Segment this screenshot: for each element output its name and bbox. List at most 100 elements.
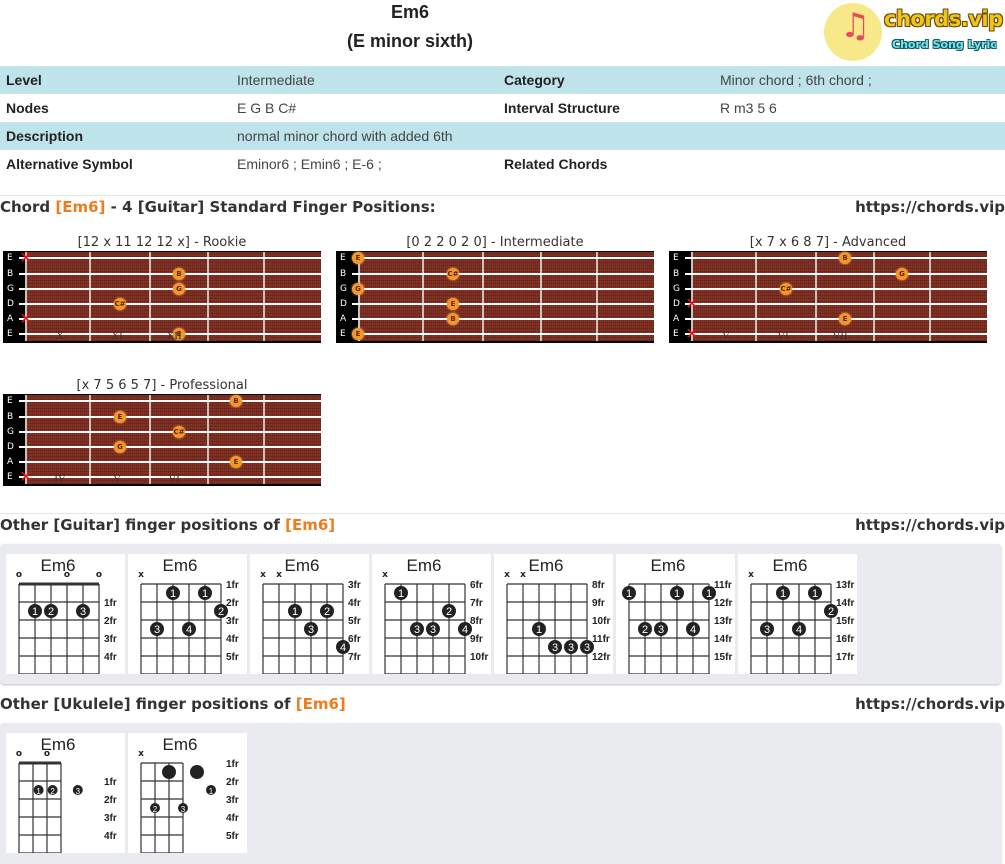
finger-dot: 2 [320,604,334,618]
finger-number: 2 [50,787,55,796]
title-chord-link[interactable]: [Em6] [285,516,335,534]
string-line [19,273,321,275]
fret-label: 1fr [226,580,239,591]
fret-label: 1fr [226,759,239,770]
fretboard-intermediate: [0 2 2 0 2 0] - Intermediate E B G D A E E C# G E… [336,234,654,343]
fret-number-label: XI [111,330,123,342]
note-marker: G [352,283,364,295]
finger-number: 4 [796,624,802,636]
fret-line [263,395,265,484]
fret-label: 5fr [226,831,239,842]
site-link[interactable]: https://chords.vip [855,695,1005,713]
chord-chart-card[interactable]: Em6 11fr 12fr 13fr 14fr 15fr 1 1 1 2 3 4 [616,554,735,674]
fret-line [263,252,265,341]
chord-chart-card[interactable]: Em6 x 6fr 7fr 8fr 9fr 10fr 1 2 3 3 4 [372,554,491,674]
fret-label: 9fr [592,598,605,609]
string-line [19,288,321,290]
string-label: A [673,314,680,324]
site-link[interactable]: https://chords.vip [855,516,1005,534]
fret-number-label: VII [832,330,848,342]
divider [0,195,1005,196]
finger-number: 1 [780,588,786,600]
chord-name: Em6 [285,556,320,575]
fretboard-wood [691,252,987,341]
chord-chart-card[interactable]: Em6 x x 3fr 4fr 5fr 6fr 7fr 1 2 3 4 [250,554,369,674]
info-value: Eminor6 ; Emin6 ; E-6 ; [237,156,382,172]
string-label: D [673,299,680,309]
string-label: E [7,472,13,482]
open-string-icon: o [96,570,102,580]
chord-full-name: (E minor sixth) [346,31,473,51]
finger-number: 4 [462,624,468,636]
site-link[interactable]: https://chords.vip [855,198,1005,216]
fretboard-caption: [0 2 2 0 2 0] - Intermediate [406,235,584,250]
finger-number: 1 [170,588,176,600]
fretboard-caption: [x 7 x 6 8 7] - Advanced [749,235,907,250]
chord-chart-card[interactable]: Em6 x 1fr 2fr 3fr 4fr 5fr 1 2 3 [128,733,247,853]
finger-number: 2 [828,606,834,618]
string-label: G [7,284,14,294]
muted-string-icon: ✕ [685,294,699,313]
finger-dot: 1 [808,586,822,600]
finger-number: 1 [398,588,404,600]
open-string-icon: o [64,570,70,580]
open-string-icon: o [44,749,50,759]
string-line [685,303,987,305]
fretboard-rookie: [12 x 11 12 12 x] - Rookie E B G D A E ✕ ✕ B G C# E… [3,234,321,343]
fret-line [207,395,209,484]
other-guitar-title: Other [Guitar] finger positions of [Em6] [0,516,335,534]
fretboard-advanced: [x 7 x 6 8 7] - Advanced E B G D A E ✕ ✕ B G C# E V… [669,234,987,343]
fretboard-wood [25,252,321,341]
finger-dot: 1 [166,586,180,600]
fret-number-label: VI [168,473,180,485]
fret-label: 3fr [226,616,239,627]
string-line [352,273,654,275]
note-marker: E [447,298,459,310]
chord-name: Em6 [529,556,564,575]
info-row: Alternative Symbol Eminor6 ; Emin6 ; E-6… [0,150,1005,178]
finger-dot-circle [162,765,176,779]
finger-dot: 1 [288,604,302,618]
chord-chart-card[interactable]: Em6 x 1fr 2fr 3fr 4fr 5fr 1 1 2 3 4 [128,554,247,674]
chord-chart-card[interactable]: Em6 o o 1fr 2fr 3fr 4fr 1 2 3 [6,733,125,853]
fret-label: 8fr [592,580,605,591]
chord-chart-card[interactable]: Em6 x x 8fr 9fr 10fr 11fr 12fr 1 3 3 3 [494,554,613,674]
finger-dot: 4 [458,622,472,636]
site-logo[interactable]: ♫ chords.vip Chord Song Lyric [824,3,1003,63]
title-prefix: Other [Ukulele] finger positions of [0,695,296,713]
guitar-icon: ♫ [840,6,871,46]
finger-dot: 3 [548,640,562,654]
finger-dot [190,765,204,779]
chord-chart-card[interactable]: Em6 x 13fr 14fr 15fr 16fr 17fr 1 1 2 3 4 [738,554,857,674]
string-line [352,303,654,305]
muted-string-icon: x [260,570,266,580]
info-key: Interval Structure [504,100,620,116]
string-line [19,416,321,418]
finger-dot: 3 [654,622,668,636]
chord-chart-card[interactable]: Em6 o o o 1fr 2fr 3fr 4fr 1 2 3 [6,554,125,674]
finger-number: 3 [658,624,664,636]
finger-number: 3 [584,642,590,654]
title-chord-link[interactable]: [Em6] [55,198,105,216]
fret-line [540,252,542,341]
fret-label: 4fr [104,652,117,663]
fret-label: 9fr [470,634,483,645]
fret-line [149,395,151,484]
chord-chart: Em6x13fr14fr15fr16fr17fr1 123 4 [748,556,854,674]
finger-dot: 2 [47,785,58,796]
fret-label: 2fr [226,598,239,609]
string-label: B [673,269,680,279]
finger-number: 1 [812,588,818,600]
note-marker: C# [780,283,792,295]
fret-label: 8fr [470,616,483,627]
title-chord-link[interactable]: [Em6] [296,695,346,713]
fret-label: 3fr [348,580,361,591]
finger-dot [162,765,176,779]
finger-number: 1 [292,606,298,618]
fret-label: 2fr [104,795,117,806]
finger-number: 1 [209,787,214,796]
fret-number-label: X [56,330,64,342]
ukulele-charts-panel: Em6 o o 1fr 2fr 3fr 4fr 1 2 3 Em6 x 1fr 2fr 3fr 4fr 5fr 1… [0,723,1001,864]
info-value: Intermediate [237,72,315,88]
note-marker: E [114,411,126,423]
